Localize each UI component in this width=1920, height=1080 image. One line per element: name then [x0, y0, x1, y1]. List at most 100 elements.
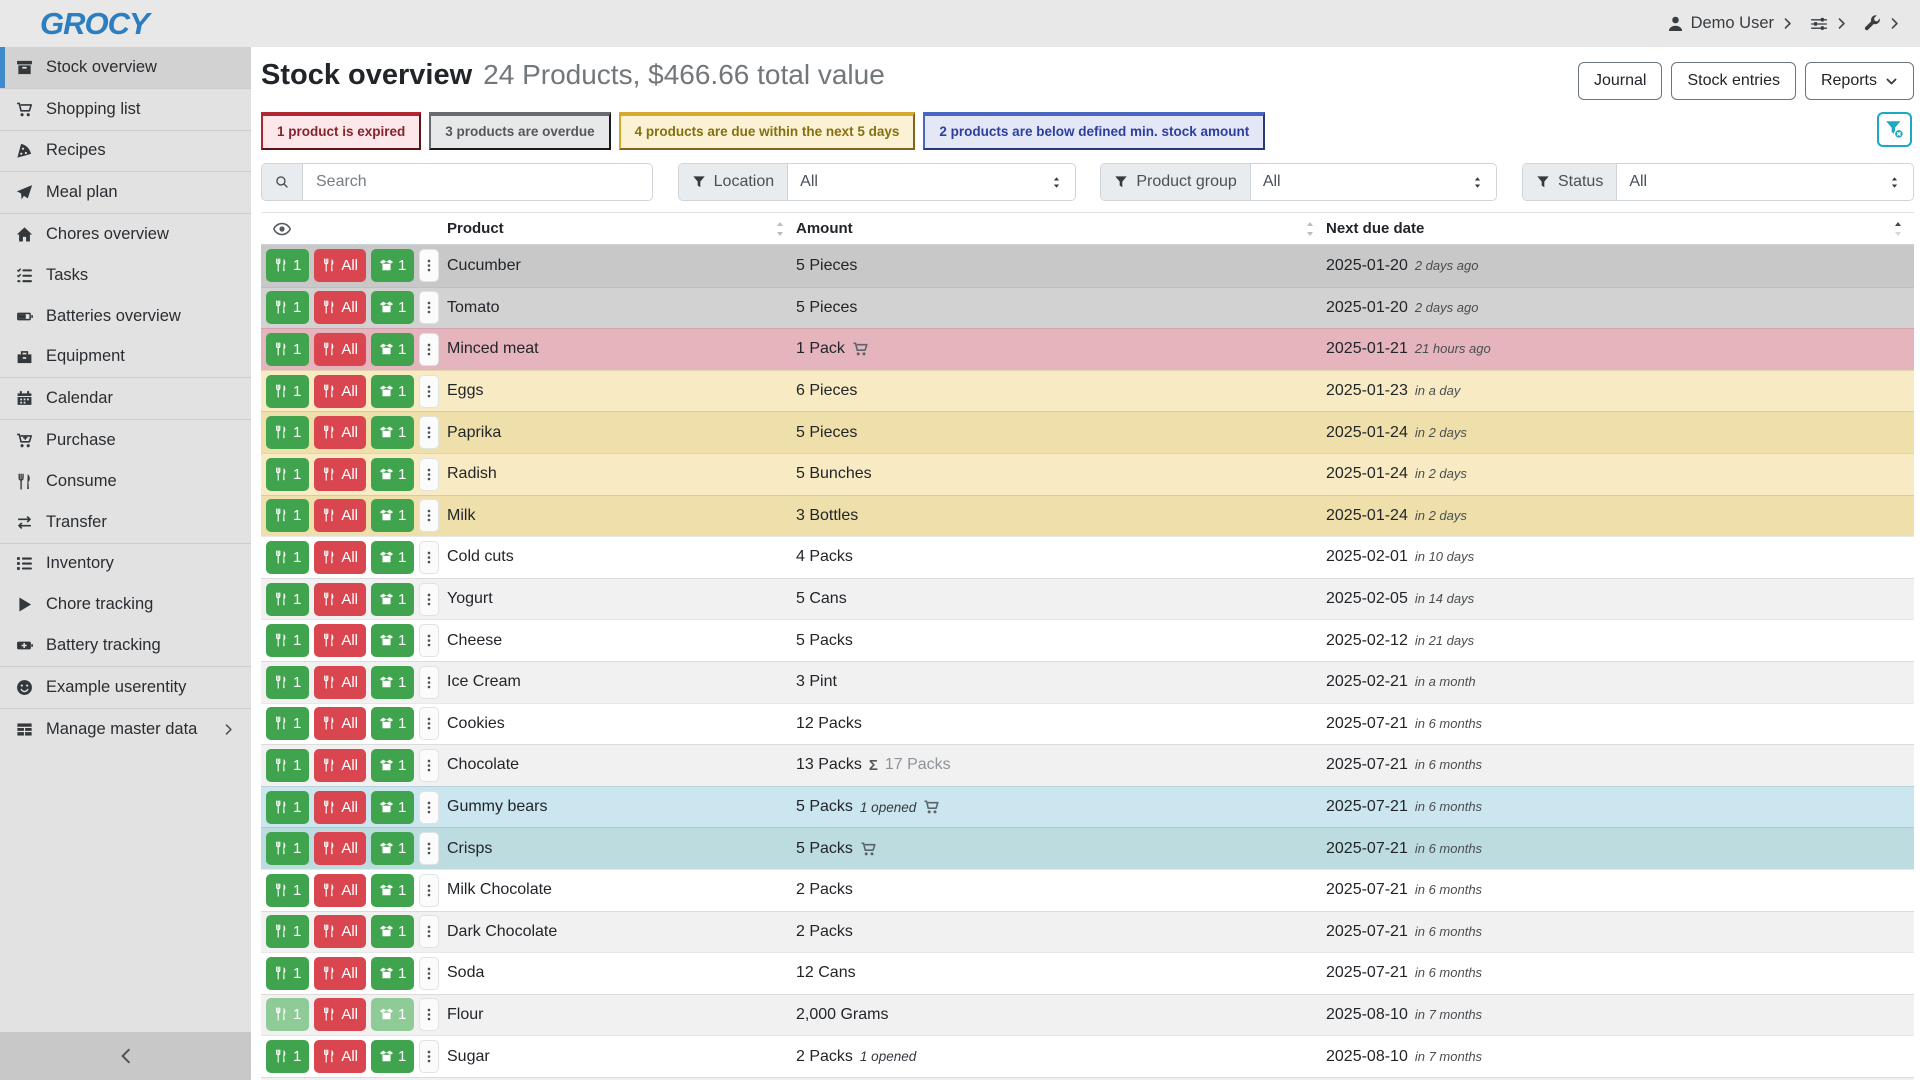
stock-entries-button[interactable]: Stock entries	[1671, 62, 1795, 100]
consume-one-button[interactable]: 1	[266, 957, 309, 990]
consume-all-button[interactable]: All	[314, 998, 366, 1031]
product-name[interactable]: Gummy bears	[447, 798, 796, 816]
consume-all-button[interactable]: All	[314, 249, 366, 282]
product-name[interactable]: Milk	[447, 507, 796, 525]
sidebar-item-inventory[interactable]: Inventory	[0, 544, 251, 585]
sidebar-item-consume[interactable]: Consume	[0, 461, 251, 502]
clear-filters-button[interactable]	[1877, 112, 1912, 147]
open-one-button[interactable]: 1	[371, 957, 414, 990]
row-menu-button[interactable]	[419, 791, 439, 824]
search-input[interactable]	[303, 164, 652, 200]
consume-all-button[interactable]: All	[314, 333, 366, 366]
row-menu-button[interactable]	[419, 666, 439, 699]
eye-icon[interactable]	[261, 220, 447, 238]
product-name[interactable]: Cold cuts	[447, 548, 796, 566]
product-name[interactable]: Soda	[447, 964, 796, 982]
consume-all-button[interactable]: All	[314, 707, 366, 740]
sidebar-item-stock-overview[interactable]: Stock overview	[0, 47, 251, 88]
product-group-filter-select[interactable]: All	[1251, 164, 1496, 200]
product-name[interactable]: Cucumber	[447, 257, 796, 275]
consume-one-button[interactable]: 1	[266, 666, 309, 699]
product-name[interactable]: Radish	[447, 465, 796, 483]
product-name[interactable]: Dark Chocolate	[447, 923, 796, 941]
open-one-button[interactable]: 1	[371, 791, 414, 824]
status-filter-select[interactable]: All	[1617, 164, 1913, 200]
row-menu-button[interactable]	[419, 874, 439, 907]
consume-one-button[interactable]: 1	[266, 874, 309, 907]
row-menu-button[interactable]	[419, 957, 439, 990]
row-menu-button[interactable]	[419, 499, 439, 532]
sidebar-item-batteries-overview[interactable]: Batteries overview	[0, 296, 251, 337]
sidebar-item-manage-master-data[interactable]: Manage master data	[0, 709, 251, 750]
open-one-button[interactable]: 1	[371, 915, 414, 948]
product-name[interactable]: Tomato	[447, 299, 796, 317]
product-name[interactable]: Milk Chocolate	[447, 881, 796, 899]
alert-due-soon[interactable]: 4 products are due within the next 5 day…	[619, 112, 916, 150]
consume-one-button[interactable]: 1	[266, 707, 309, 740]
product-name[interactable]: Cookies	[447, 715, 796, 733]
consume-all-button[interactable]: All	[314, 749, 366, 782]
sidebar-item-example-userentity[interactable]: Example userentity	[0, 667, 251, 708]
open-one-button[interactable]: 1	[371, 666, 414, 699]
consume-all-button[interactable]: All	[314, 375, 366, 408]
open-one-button[interactable]: 1	[371, 249, 414, 282]
sidebar-item-purchase[interactable]: Purchase	[0, 420, 251, 461]
open-one-button[interactable]: 1	[371, 832, 414, 865]
consume-all-button[interactable]: All	[314, 583, 366, 616]
row-menu-button[interactable]	[419, 416, 439, 449]
open-one-button[interactable]: 1	[371, 998, 414, 1031]
admin-menu[interactable]	[1864, 15, 1902, 32]
product-name[interactable]: Cheese	[447, 632, 796, 650]
open-one-button[interactable]: 1	[371, 874, 414, 907]
consume-all-button[interactable]: All	[314, 791, 366, 824]
consume-one-button[interactable]: 1	[266, 832, 309, 865]
row-menu-button[interactable]	[419, 749, 439, 782]
consume-one-button[interactable]: 1	[266, 583, 309, 616]
consume-one-button[interactable]: 1	[266, 499, 309, 532]
sidebar-item-tasks[interactable]: Tasks	[0, 255, 251, 296]
consume-all-button[interactable]: All	[314, 1040, 366, 1073]
alert-overdue[interactable]: 3 products are overdue	[429, 112, 610, 150]
open-one-button[interactable]: 1	[371, 375, 414, 408]
consume-one-button[interactable]: 1	[266, 791, 309, 824]
consume-one-button[interactable]: 1	[266, 333, 309, 366]
sidebar-item-calendar[interactable]: Calendar	[0, 378, 251, 419]
alert-expired[interactable]: 1 product is expired	[261, 112, 421, 150]
consume-one-button[interactable]: 1	[266, 249, 309, 282]
sidebar-item-transfer[interactable]: Transfer	[0, 502, 251, 543]
product-name[interactable]: Eggs	[447, 382, 796, 400]
consume-one-button[interactable]: 1	[266, 541, 309, 574]
product-name[interactable]: Minced meat	[447, 340, 796, 358]
consume-one-button[interactable]: 1	[266, 749, 309, 782]
user-menu[interactable]: Demo User	[1667, 14, 1795, 33]
open-one-button[interactable]: 1	[371, 707, 414, 740]
open-one-button[interactable]: 1	[371, 541, 414, 574]
sidebar-item-battery-tracking[interactable]: Battery tracking	[0, 625, 251, 666]
column-header-amount[interactable]: Amount	[796, 220, 1326, 237]
consume-all-button[interactable]: All	[314, 666, 366, 699]
row-menu-button[interactable]	[419, 291, 439, 324]
sidebar-item-recipes[interactable]: Recipes	[0, 131, 251, 172]
consume-all-button[interactable]: All	[314, 915, 366, 948]
consume-one-button[interactable]: 1	[266, 458, 309, 491]
product-name[interactable]: Yogurt	[447, 590, 796, 608]
sidebar-item-chore-tracking[interactable]: Chore tracking	[0, 584, 251, 625]
row-menu-button[interactable]	[419, 998, 439, 1031]
open-one-button[interactable]: 1	[371, 458, 414, 491]
consume-all-button[interactable]: All	[314, 874, 366, 907]
open-one-button[interactable]: 1	[371, 749, 414, 782]
sidebar-item-chores-overview[interactable]: Chores overview	[0, 214, 251, 255]
consume-one-button[interactable]: 1	[266, 1040, 309, 1073]
sidebar-item-equipment[interactable]: Equipment	[0, 337, 251, 378]
consume-one-button[interactable]: 1	[266, 416, 309, 449]
consume-all-button[interactable]: All	[314, 957, 366, 990]
journal-button[interactable]: Journal	[1578, 62, 1662, 100]
row-menu-button[interactable]	[419, 583, 439, 616]
consume-one-button[interactable]: 1	[266, 998, 309, 1031]
alert-below-min[interactable]: 2 products are below defined min. stock …	[923, 112, 1265, 150]
column-header-product[interactable]: Product	[447, 220, 796, 237]
consume-all-button[interactable]: All	[314, 458, 366, 491]
row-menu-button[interactable]	[419, 707, 439, 740]
open-one-button[interactable]: 1	[371, 291, 414, 324]
row-menu-button[interactable]	[419, 1040, 439, 1073]
